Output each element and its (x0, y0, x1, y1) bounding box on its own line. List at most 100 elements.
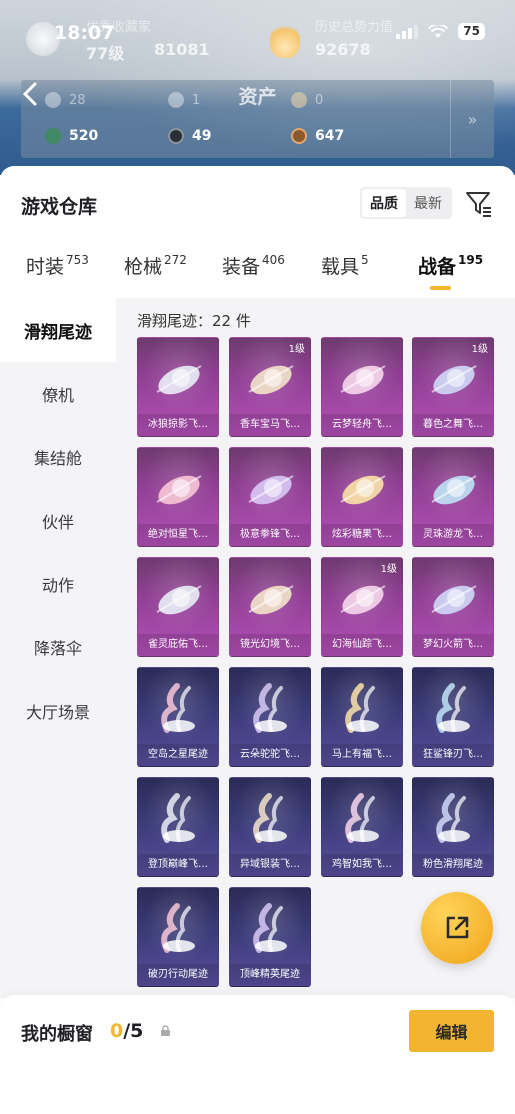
item-art-icon (161, 793, 195, 843)
item-name: 狂鲨锋刃飞… (413, 744, 493, 766)
item-art-icon (253, 683, 287, 733)
tab-label: 时装 (26, 256, 65, 278)
item-name: 炫彩糖果飞… (322, 524, 402, 546)
token-icon (291, 92, 307, 108)
asset-panel: 资产 28 1 0 520 49 647 » (21, 80, 494, 158)
item-art-icon (345, 683, 379, 733)
item-card[interactable]: 极意拳锋飞… (229, 447, 311, 547)
sidebar-item-pod[interactable]: 集结舱 (0, 425, 116, 489)
item-card[interactable]: 炫彩糖果飞… (321, 447, 403, 547)
item-name: 云朵驼驼飞… (230, 744, 310, 766)
item-name: 绝对恒星飞… (138, 524, 218, 546)
filter-icon[interactable] (461, 186, 495, 220)
tab-count: 195 (458, 252, 484, 267)
item-name: 破刃行动尾迹 (138, 964, 218, 986)
item-card[interactable]: 狂鲨锋刃飞… (412, 667, 494, 767)
item-card[interactable]: 雀灵庇佑飞… (137, 557, 219, 657)
power-title: 历史总势力值 (315, 20, 394, 35)
item-card[interactable]: 异域银装飞… (229, 777, 311, 877)
showcase-total: /5 (123, 1020, 144, 1042)
sidebar-item-parachute[interactable]: 降落伞 (0, 615, 116, 679)
edit-button[interactable]: 编辑 (409, 1010, 494, 1052)
tab-weapons[interactable]: 枪械 272 (124, 252, 187, 279)
asset-value: 49 (192, 128, 212, 144)
item-name: 灵珠游龙飞… (413, 524, 493, 546)
item-art-icon (345, 793, 379, 843)
tab-label: 装备 (222, 256, 261, 278)
sidebar-item-lobby-scene[interactable]: 大厅场景 (0, 679, 116, 743)
item-card[interactable]: 云朵驼驼飞… (229, 667, 311, 767)
sidebar-item-emote[interactable]: 动作 (0, 552, 116, 616)
showcase-count: 0/5 (110, 1020, 143, 1042)
sort-toggle: 品质 最新 (360, 187, 452, 219)
item-name: 登顶巅峰飞… (138, 854, 218, 876)
item-card[interactable]: 鸡智如我飞… (321, 777, 403, 877)
item-card[interactable]: 云梦轻舟飞… (321, 337, 403, 437)
game-header: 优秀收藏家 77级 81081 历史总势力值 92678 18:07 75 资产… (0, 0, 515, 175)
share-button[interactable] (421, 892, 493, 964)
item-art-icon (340, 475, 386, 505)
sidebar-item-glide-trail[interactable]: 滑翔尾迹 (0, 298, 116, 362)
tab-equipment[interactable]: 装备 406 (222, 252, 285, 279)
item-card[interactable]: 灵珠游龙飞… (412, 447, 494, 547)
item-card[interactable]: 粉色滑翔尾迹 (412, 777, 494, 877)
showcase-label: 我的橱窗 (21, 1024, 93, 1045)
item-level-badge: 1级 (471, 344, 488, 355)
asset-expand-button[interactable]: » (450, 80, 494, 158)
asset-row-secondary: 28 1 0 (45, 92, 414, 108)
tab-count: 406 (262, 252, 285, 267)
sort-latest-button[interactable]: 最新 (406, 189, 450, 217)
item-art-icon (156, 585, 202, 615)
item-card[interactable]: 冰狼掠影飞… (137, 337, 219, 437)
asset-value: 520 (69, 128, 99, 144)
item-art-icon (161, 903, 195, 953)
asset-cell: 520 (45, 128, 168, 144)
sidebar-item-wingman[interactable]: 僚机 (0, 362, 116, 426)
tab-label: 战备 (418, 256, 457, 278)
item-count-label: 滑翔尾迹：22 件 (137, 312, 251, 330)
sort-quality-button[interactable]: 品质 (362, 189, 406, 217)
sidebar-item-partner[interactable]: 伙伴 (0, 489, 116, 553)
signal-icon (396, 24, 419, 39)
tab-fashion[interactable]: 时装 753 (26, 252, 89, 279)
item-name: 空岛之星尾迹 (138, 744, 218, 766)
status-time: 18:07 (54, 22, 115, 44)
warehouse-sheet: 游戏仓库 品质 最新 时装 753 枪械 272 装备 406 载具 5 战备 195 滑… (0, 166, 515, 1114)
tab-label: 枪械 (124, 256, 163, 278)
active-tab-indicator (430, 286, 451, 290)
item-name: 雀灵庇佑飞… (138, 634, 218, 656)
item-name: 云梦轻舟飞… (322, 414, 402, 436)
item-card[interactable]: 登顶巅峰飞… (137, 777, 219, 877)
tab-combat-gear[interactable]: 战备 195 (418, 252, 483, 279)
power-value: 92678 (315, 40, 371, 59)
item-name: 梦幻火箭飞… (413, 634, 493, 656)
bronze-coin-icon (291, 128, 307, 144)
clock-coin-icon (168, 92, 184, 108)
item-name: 粉色滑翔尾迹 (413, 854, 493, 876)
item-card[interactable]: 1级 香车宝马飞… (229, 337, 311, 437)
item-art-icon (340, 585, 386, 615)
item-card[interactable]: 1级 幻海仙踪飞… (321, 557, 403, 657)
item-card[interactable]: 1级 暮色之舞飞… (412, 337, 494, 437)
item-card[interactable]: 破刃行动尾迹 (137, 887, 219, 987)
item-art-icon (161, 683, 195, 733)
asset-value: 647 (315, 128, 345, 144)
item-card[interactable]: 顶峰精英尾迹 (229, 887, 311, 987)
lock-icon (161, 1025, 170, 1036)
asset-value: 0 (315, 92, 324, 108)
item-art-icon (431, 365, 477, 395)
item-card[interactable]: 马上有福飞… (321, 667, 403, 767)
dark-coin-icon (168, 128, 184, 144)
asset-value: 1 (192, 92, 201, 108)
collector-score: 81081 (154, 40, 210, 59)
tab-vehicles[interactable]: 载具 5 (321, 252, 369, 279)
item-art-icon (436, 793, 470, 843)
wifi-icon (428, 24, 449, 38)
item-card[interactable]: 镜光幻境飞… (229, 557, 311, 657)
asset-cell: 647 (291, 128, 414, 144)
asset-value: 28 (69, 92, 86, 108)
status-icons: 75 (396, 23, 485, 40)
item-card[interactable]: 空岛之星尾迹 (137, 667, 219, 767)
item-card[interactable]: 绝对恒星飞… (137, 447, 219, 547)
item-card[interactable]: 梦幻火箭飞… (412, 557, 494, 657)
